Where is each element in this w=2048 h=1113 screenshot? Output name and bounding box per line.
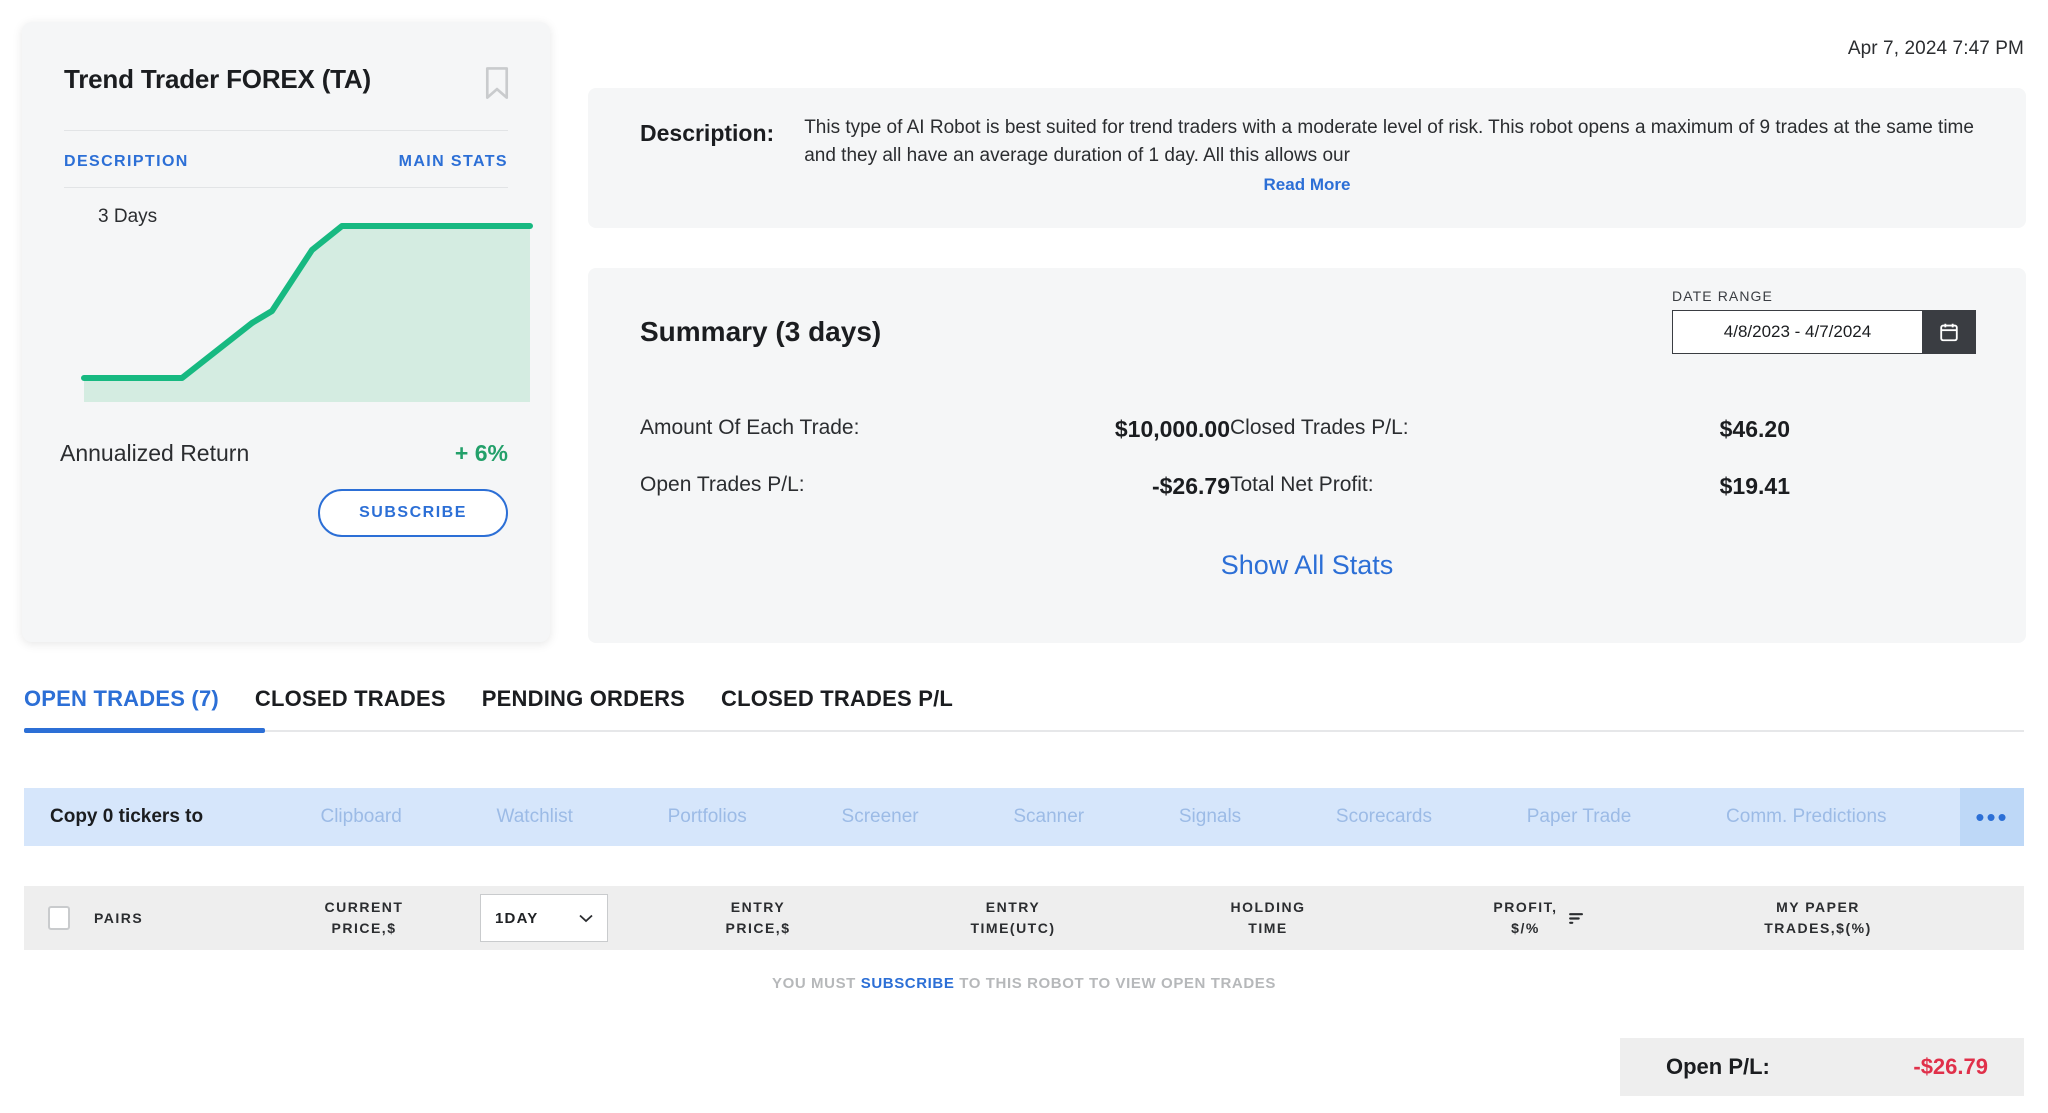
page-timestamp: Apr 7, 2024 7:47 PM: [1847, 38, 2024, 59]
description-panel: Description: This type of AI Robot is be…: [588, 88, 2026, 228]
main-tab-strip: OPEN TRADES (7) CLOSED TRADES PENDING OR…: [0, 686, 2048, 733]
subscribe-button[interactable]: SUBSCRIBE: [318, 489, 508, 537]
annualized-return-chart: [81, 223, 533, 402]
open-pl-bar: Open P/L: -$26.79: [1620, 1038, 2024, 1096]
description-text: This type of AI Robot is best suited for…: [804, 117, 1974, 166]
card-tab-strip: DESCRIPTION MAIN STATS: [22, 131, 550, 187]
description-label: Description:: [640, 120, 775, 146]
subscribe-notice-suffix: TO THIS ROBOT TO VIEW OPEN TRADES: [954, 975, 1277, 992]
checkbox-unchecked-icon[interactable]: [48, 906, 70, 930]
copy-target-portfolios[interactable]: Portfolios: [668, 806, 747, 828]
copy-target-watchlist[interactable]: Watchlist: [497, 806, 573, 828]
open-pl-label: Open P/L:: [1666, 1054, 1770, 1079]
date-range-block: DATE RANGE: [1672, 288, 1976, 354]
copy-more-icon[interactable]: •••: [1960, 788, 2024, 846]
tab-closed-trades[interactable]: CLOSED TRADES: [255, 686, 482, 730]
stat-value-open-trades-pl: -$26.79: [1151, 473, 1230, 499]
show-all-stats-link[interactable]: Show All Stats: [588, 550, 2026, 581]
stat-label-open-trades-pl: Open Trades P/L:: [640, 473, 805, 496]
date-range-input[interactable]: [1672, 310, 1922, 354]
subscribe-notice-link[interactable]: SUBSCRIBE: [861, 975, 955, 992]
open-pl-value: -$26.79: [1913, 1054, 1988, 1079]
sort-icon[interactable]: [1568, 912, 1583, 925]
chevron-down-icon: [579, 914, 593, 922]
stat-value-closed-trades-pl: $46.20: [1719, 416, 1790, 442]
tab-closed-trades-pl[interactable]: CLOSED TRADES P/L: [721, 686, 989, 730]
copy-tickers-label: Copy 0 tickers to: [50, 806, 204, 827]
column-holding-time[interactable]: HOLDING TIME: [1118, 897, 1418, 939]
calendar-icon[interactable]: [1922, 310, 1976, 354]
trades-table-header: PAIRS CURRENT PRICE,$ 1DAY ENTRY PRICE,$…: [24, 886, 2024, 950]
copy-target-comm-predictions[interactable]: Comm. Predictions: [1726, 806, 1887, 828]
mini-chart: 3 Days: [22, 188, 550, 418]
column-profit[interactable]: PROFIT, $/%: [1418, 897, 1658, 939]
stat-label-total-net-profit: Total Net Profit:: [1230, 473, 1374, 496]
copy-target-screener[interactable]: Screener: [842, 806, 919, 828]
card-tab-description[interactable]: DESCRIPTION: [64, 153, 189, 171]
card-header: Trend Trader FOREX (TA): [22, 22, 550, 100]
annualized-return-label: Annualized Return: [60, 440, 250, 466]
copy-target-scorecards[interactable]: Scorecards: [1336, 806, 1432, 828]
robot-summary-card: Trend Trader FOREX (TA) DESCRIPTION MAIN…: [22, 22, 550, 642]
period-select-value: 1DAY: [495, 909, 539, 927]
copy-target-scanner[interactable]: Scanner: [1013, 806, 1084, 828]
column-entry-time[interactable]: ENTRY TIME(UTC): [908, 897, 1118, 939]
copy-target-clipboard[interactable]: Clipboard: [320, 806, 401, 828]
subscribe-notice-prefix: YOU MUST: [771, 975, 861, 992]
active-tab-underline: [24, 728, 265, 733]
summary-title: Summary (3 days): [640, 316, 882, 347]
stat-label-amount-of-each-trade: Amount Of Each Trade:: [640, 416, 860, 439]
stat-value-amount-of-each-trade: $10,000.00: [1114, 416, 1230, 442]
annualized-return-row: Annualized Return + 6%: [22, 418, 550, 467]
tab-pending-orders[interactable]: PENDING ORDERS: [482, 686, 721, 730]
copy-tickers-bar: Copy 0 tickers to Clipboard Watchlist Po…: [24, 788, 2024, 846]
main-tabs-row: OPEN TRADES (7) CLOSED TRADES PENDING OR…: [0, 686, 2048, 730]
tab-open-trades[interactable]: OPEN TRADES (7): [24, 686, 255, 730]
robot-title: Trend Trader FOREX (TA): [64, 64, 371, 94]
period-select[interactable]: 1DAY: [480, 894, 608, 942]
column-current-price[interactable]: CURRENT PRICE,$: [274, 897, 454, 939]
robot-detail-page: Apr 7, 2024 7:47 PM Trend Trader FOREX (…: [0, 0, 2048, 1113]
column-profit-label: PROFIT, $/%: [1493, 899, 1558, 936]
copy-target-signals[interactable]: Signals: [1179, 806, 1241, 828]
subscribe-notice: YOU MUST SUBSCRIBE TO THIS ROBOT TO VIEW…: [0, 975, 2048, 992]
summary-panel: Summary (3 days) DATE RANGE Amount Of Ea…: [588, 268, 2026, 643]
subscribe-row: SUBSCRIBE: [22, 467, 550, 537]
copy-targets: Clipboard Watchlist Portfolios Screener …: [203, 806, 1960, 828]
summary-stats-grid: Amount Of Each Trade: $10,000.00 Closed …: [640, 416, 1980, 500]
date-range-label: DATE RANGE: [1672, 288, 1773, 304]
stat-label-closed-trades-pl: Closed Trades P/L:: [1230, 416, 1409, 439]
column-my-paper-trades[interactable]: MY PAPER TRADES,$(%): [1658, 897, 1978, 939]
bookmark-icon[interactable]: [482, 66, 512, 100]
date-range-field: [1672, 310, 1976, 354]
copy-target-paper-trade[interactable]: Paper Trade: [1527, 806, 1632, 828]
select-all-cell: [24, 906, 94, 930]
annualized-return-value: + 6%: [454, 440, 508, 466]
description-inner: Description: This type of AI Robot is be…: [588, 88, 2026, 169]
main-tabs-rule: [24, 728, 2024, 733]
card-tab-main-stats[interactable]: MAIN STATS: [399, 153, 508, 171]
read-more-link[interactable]: Read More: [588, 175, 2026, 195]
column-entry-price[interactable]: ENTRY PRICE,$: [608, 897, 908, 939]
stat-value-total-net-profit: $19.41: [1719, 473, 1790, 499]
column-pairs[interactable]: PAIRS: [94, 908, 274, 929]
